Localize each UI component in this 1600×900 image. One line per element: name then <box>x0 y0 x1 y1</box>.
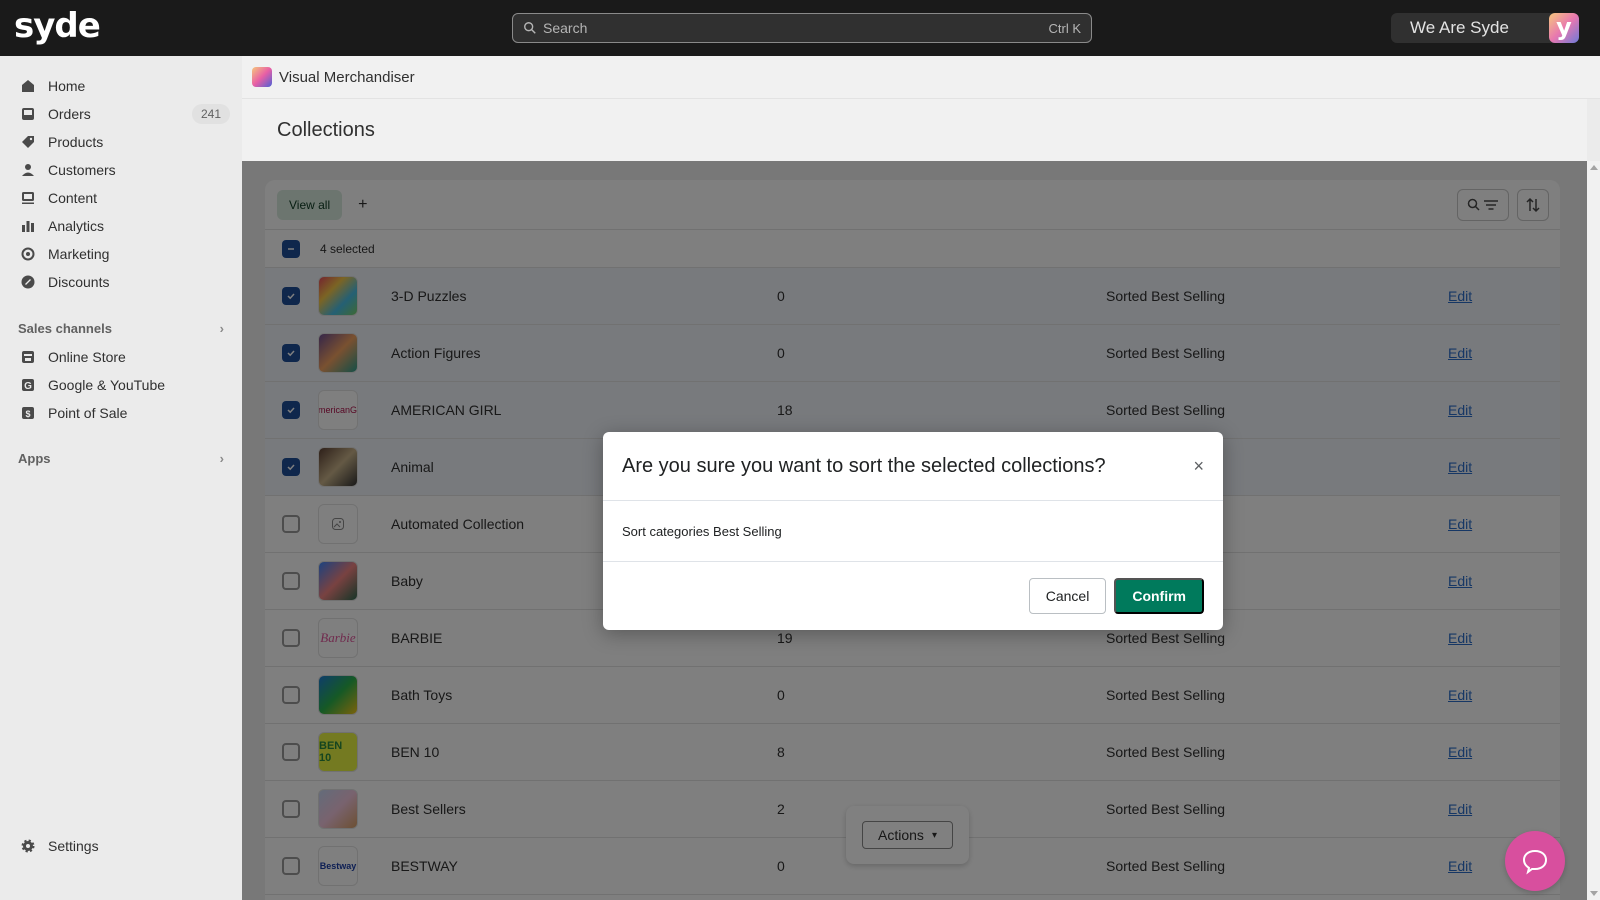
store-avatar: y <box>1549 13 1579 43</box>
logo[interactable]: syde <box>14 6 101 46</box>
gear-icon <box>20 838 36 854</box>
page-title: Collections <box>277 119 375 141</box>
sidebar-item-orders[interactable]: Orders 241 <box>12 100 230 128</box>
svg-text:G: G <box>24 381 32 392</box>
sidebar-item-marketing[interactable]: Marketing <box>12 240 230 268</box>
page-scrollbar[interactable] <box>1587 161 1600 900</box>
chat-launcher-button[interactable] <box>1505 831 1565 891</box>
chat-bubble-icon <box>1522 849 1548 875</box>
app-header: Visual Merchandiser <box>242 56 1600 99</box>
dialog-footer: Cancel Confirm <box>603 562 1223 629</box>
discount-icon <box>20 274 36 290</box>
search-input[interactable]: Search Ctrl K <box>512 13 1092 43</box>
target-icon <box>20 246 36 262</box>
search-icon <box>524 22 536 34</box>
search-placeholder: Search <box>543 20 588 36</box>
store-name: We Are Syde <box>1410 18 1509 37</box>
home-icon <box>20 78 36 94</box>
svg-text:$: $ <box>25 409 30 419</box>
dialog-body: Sort categories Best Selling <box>603 501 1223 562</box>
sidebar-item-analytics[interactable]: Analytics <box>12 212 230 240</box>
inbox-icon <box>20 106 36 122</box>
confirm-button[interactable]: Confirm <box>1114 577 1204 614</box>
confirm-sort-dialog: Are you sure you want to sort the select… <box>603 432 1223 630</box>
orders-count-badge: 241 <box>191 104 230 124</box>
sidebar-item-products[interactable]: Products <box>12 128 230 156</box>
sales-channels-header[interactable]: Sales channels › <box>18 318 224 338</box>
sidebar-item-discounts[interactable]: Discounts <box>12 268 230 296</box>
top-bar: syde Search Ctrl K We Are Syde y <box>0 0 1600 56</box>
scroll-up-arrow-icon[interactable] <box>1590 165 1598 170</box>
sidebar-item-google-youtube[interactable]: G Google & YouTube <box>12 371 230 399</box>
sidebar-item-customers[interactable]: Customers <box>12 156 230 184</box>
bulk-actions-bar: Actions ▾ <box>846 806 969 864</box>
chevron-right-icon: › <box>219 450 224 466</box>
apps-header[interactable]: Apps › <box>18 448 224 468</box>
chevron-right-icon: › <box>219 320 224 336</box>
google-icon: G <box>20 377 36 393</box>
dialog-title: Are you sure you want to sort the select… <box>622 454 1106 477</box>
cancel-button[interactable]: Cancel <box>1028 577 1107 614</box>
app-title: Visual Merchandiser <box>279 68 415 86</box>
dialog-header: Are you sure you want to sort the select… <box>603 432 1223 501</box>
sidebar-item-content[interactable]: Content <box>12 184 230 212</box>
sidebar-item-settings[interactable]: Settings <box>12 832 230 860</box>
app-logo-icon <box>252 67 272 87</box>
actions-button[interactable]: Actions ▾ <box>862 821 953 849</box>
sidebar: Home Orders 241 Products Customers Conte… <box>0 56 242 900</box>
sidebar-item-online-store[interactable]: Online Store <box>12 343 230 371</box>
pos-icon: $ <box>20 405 36 421</box>
content-icon <box>20 190 36 206</box>
close-icon[interactable]: × <box>1193 456 1204 477</box>
sidebar-item-point-of-sale[interactable]: $ Point of Sale <box>12 399 230 427</box>
store-switcher[interactable]: We Are Syde y <box>1391 13 1579 43</box>
search-shortcut: Ctrl K <box>1048 20 1082 36</box>
chevron-down-icon: ▾ <box>931 829 937 841</box>
store-icon <box>20 349 36 365</box>
scroll-down-arrow-icon[interactable] <box>1590 891 1598 896</box>
tag-icon <box>20 134 36 150</box>
sidebar-item-home[interactable]: Home <box>12 72 230 100</box>
person-icon <box>20 162 36 178</box>
bar-chart-icon <box>20 218 36 234</box>
